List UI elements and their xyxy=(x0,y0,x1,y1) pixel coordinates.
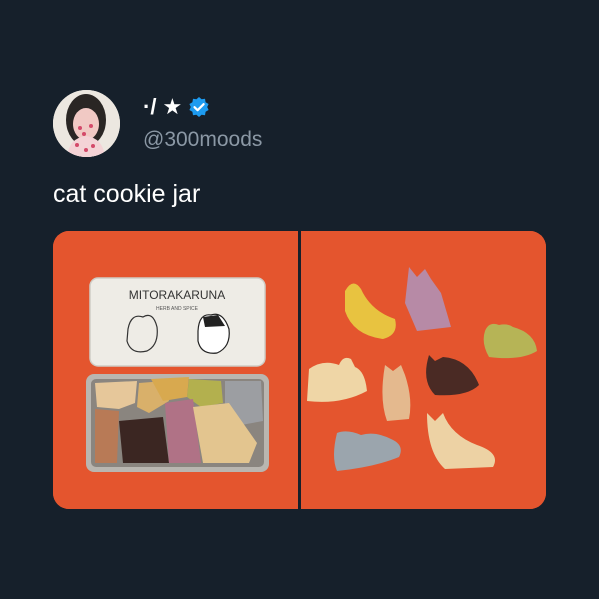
photo-cat-cookies[interactable] xyxy=(301,231,546,509)
author-handle[interactable]: @300moods xyxy=(143,128,262,152)
media-grid: MITORAKARUNA HERB AND SPICE xyxy=(53,231,546,509)
tin-subtitle: HERB AND SPICE xyxy=(156,306,199,312)
verified-badge-icon xyxy=(188,96,210,118)
photo-cookie-tin[interactable]: MITORAKARUNA HERB AND SPICE xyxy=(53,231,298,509)
tweet-text: cat cookie jar xyxy=(53,180,201,208)
display-name[interactable]: ·/ ★ xyxy=(143,94,182,120)
tin-lid-text: MITORAKARUNA xyxy=(129,288,225,302)
avatar[interactable] xyxy=(53,90,120,157)
tweet-card: ·/ ★ @300moods cat cookie jar MITORAKARU… xyxy=(0,0,599,599)
author-name-row[interactable]: ·/ ★ xyxy=(143,93,210,121)
